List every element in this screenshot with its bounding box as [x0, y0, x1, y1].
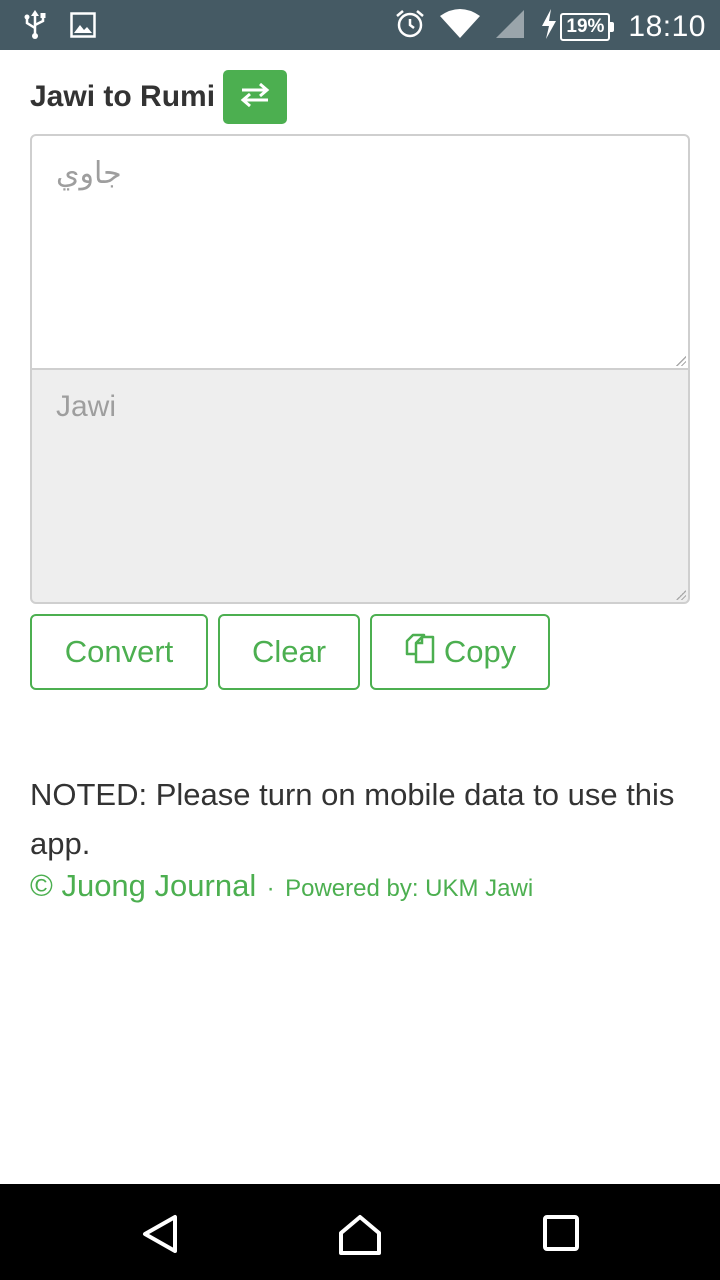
charging-icon [540, 9, 558, 44]
copy-button[interactable]: Copy [370, 614, 550, 690]
convert-button[interactable]: Convert [30, 614, 208, 690]
copy-icon [404, 632, 436, 672]
notice-text: NOTED: Please turn on mobile data to use… [30, 777, 675, 861]
jawi-input[interactable]: جاوي [30, 134, 690, 370]
convert-button-label: Convert [64, 634, 174, 669]
signal-icon [494, 8, 526, 45]
battery-icon: 19% [560, 12, 615, 41]
rumi-output[interactable]: Jawi [30, 368, 690, 604]
recents-icon[interactable] [542, 1214, 580, 1257]
clear-button[interactable]: Clear [218, 614, 360, 690]
wifi-icon [440, 8, 481, 45]
resize-handle[interactable] [676, 590, 686, 600]
swap-direction-button[interactable] [223, 70, 288, 124]
copyright-link[interactable]: © Juong Journal [30, 868, 256, 903]
image-icon [70, 12, 96, 43]
page-title: Jawi to Rumi [30, 80, 216, 113]
clock: 18:10 [628, 9, 706, 43]
swap-arrows-icon [240, 82, 270, 112]
rumi-output-placeholder: Jawi [56, 390, 117, 423]
action-buttons: Convert Clear Copy [30, 614, 550, 690]
alarm-icon [394, 8, 426, 45]
copy-button-label: Copy [443, 634, 517, 669]
footer-separator: · [266, 875, 275, 902]
resize-handle[interactable] [676, 356, 686, 366]
jawi-input-placeholder: جاوي [56, 157, 122, 190]
status-bar: 19% 18:10 [0, 0, 720, 50]
header: Jawi to Rumi [30, 70, 288, 124]
battery-level: 19% [560, 12, 611, 41]
powered-by-link[interactable]: Powered by: UKM Jawi [285, 875, 533, 902]
home-icon[interactable] [338, 1214, 382, 1261]
usb-icon [22, 10, 48, 45]
footer: © Juong Journal · Powered by: UKM Jawi [30, 868, 533, 904]
navigation-bar [0, 1184, 720, 1280]
clear-button-label: Clear [251, 634, 327, 669]
back-icon[interactable] [140, 1214, 180, 1259]
